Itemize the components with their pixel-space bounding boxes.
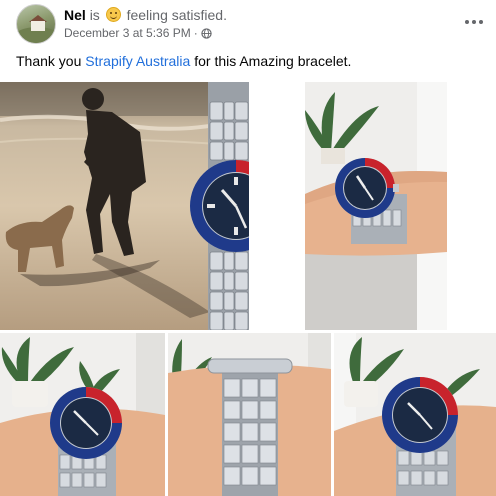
post-text-after: for this Amazing bracelet.	[190, 53, 352, 69]
name-line: Nel is feeling satisfied.	[64, 6, 227, 24]
avatar[interactable]	[16, 4, 56, 44]
timestamp[interactable]: December 3 at 5:36 PM	[64, 26, 191, 40]
author-name[interactable]: Nel	[64, 7, 86, 23]
photo-wrist-left[interactable]	[0, 333, 165, 496]
more-options-icon[interactable]	[462, 12, 486, 32]
post-text: Thank you Strapify Australia for this Am…	[16, 52, 351, 70]
mention-link[interactable]: Strapify Australia	[85, 53, 190, 69]
activity-prefix: is	[89, 7, 100, 23]
smiley-icon	[105, 7, 121, 22]
globe-icon[interactable]	[201, 27, 212, 39]
post-meta: December 3 at 5:36 PM ·	[64, 26, 212, 40]
photo-wrist-right[interactable]	[334, 333, 496, 496]
photo-wrist-side[interactable]	[305, 82, 447, 330]
post-header: Nel is feeling satisfied. December 3 at …	[16, 4, 486, 44]
feeling-text: feeling satisfied.	[126, 7, 227, 23]
photo-beach-watch[interactable]	[0, 82, 249, 330]
post-text-before: Thank you	[16, 53, 86, 69]
photo-bracelet-underside[interactable]	[168, 333, 331, 496]
meta-separator: ·	[193, 26, 198, 40]
